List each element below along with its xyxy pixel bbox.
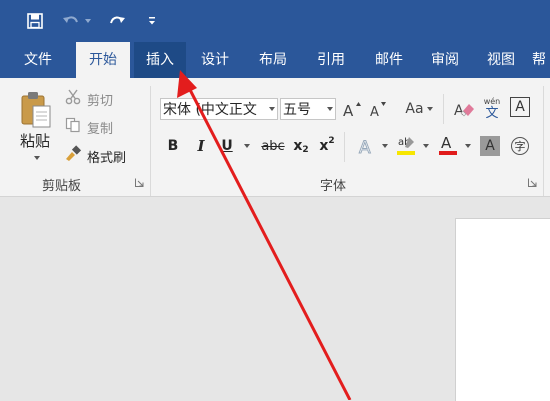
underline-label: U — [221, 138, 233, 154]
italic-button[interactable]: I — [190, 134, 212, 158]
font-size-value: 五号 — [283, 102, 311, 118]
save-icon[interactable] — [24, 10, 46, 32]
superscript-base: x — [319, 138, 329, 154]
svg-text:A: A — [359, 138, 371, 156]
undo-dropdown-icon[interactable] — [83, 10, 93, 32]
font-color-bar — [439, 151, 457, 155]
copy-button[interactable]: 复制 — [87, 118, 113, 137]
cut-button[interactable]: 剪切 — [87, 90, 113, 109]
document-page[interactable] — [455, 218, 550, 401]
paste-icon[interactable] — [16, 88, 56, 132]
font-name-value: 宋体 (中文正文 — [163, 102, 257, 118]
font-size-combo[interactable]: 五号 — [280, 98, 336, 120]
tab-layout[interactable]: 布局 — [248, 42, 298, 78]
group-separator — [543, 86, 544, 196]
highlight-icon[interactable]: ab — [394, 132, 418, 158]
enclose-characters-button[interactable]: 字 — [508, 134, 532, 158]
change-case-button[interactable]: Aa — [402, 98, 436, 120]
chevron-down-icon — [426, 107, 433, 111]
enclose-char: 字 — [514, 140, 526, 153]
paste-dropdown-icon[interactable] — [34, 156, 40, 160]
svg-text:A: A — [441, 134, 452, 152]
grow-font-icon[interactable]: A — [341, 98, 363, 120]
character-shading-char: A — [485, 138, 495, 154]
text-effects-dropdown-icon[interactable] — [382, 144, 388, 148]
highlight-color-bar — [397, 151, 415, 155]
svg-text:A: A — [370, 105, 379, 118]
format-painter-button[interactable]: 格式刷 — [87, 147, 126, 166]
tab-help[interactable]: 帮 — [532, 42, 550, 78]
strikethrough-label: abc — [261, 138, 285, 154]
cut-icon — [64, 88, 82, 106]
italic-label: I — [197, 137, 205, 155]
subscript-mark: 2 — [302, 145, 309, 155]
tab-review[interactable]: 审阅 — [420, 42, 470, 78]
subscript-button[interactable]: x2 — [290, 134, 312, 158]
character-border-char: A — [515, 99, 525, 115]
chevron-down-icon — [327, 107, 333, 111]
tab-home[interactable]: 开始 — [76, 42, 130, 79]
font-group-label: 字体 — [320, 179, 347, 194]
clipboard-group-label: 剪贴板 — [42, 179, 82, 194]
tab-view[interactable]: 视图 — [476, 42, 526, 78]
customize-qat-icon[interactable] — [146, 10, 158, 32]
bold-label: B — [167, 138, 179, 154]
tab-references[interactable]: 引用 — [306, 42, 356, 78]
character-border-button[interactable]: A — [510, 97, 530, 117]
font-name-combo[interactable]: 宋体 (中文正文 — [160, 98, 278, 120]
ribbon-panel: 粘贴 剪切 复制 格式刷 剪贴板 宋体 (中文正文 五号 A A Aa A wé… — [0, 78, 550, 197]
strikethrough-button[interactable]: abc — [258, 134, 288, 158]
tab-design[interactable]: 设计 — [190, 42, 240, 78]
text-effects-icon[interactable]: A — [354, 134, 378, 158]
redo-icon[interactable] — [106, 10, 128, 32]
bold-button[interactable]: B — [162, 134, 184, 158]
undo-icon[interactable] — [60, 10, 82, 32]
chevron-down-icon — [269, 107, 275, 111]
font-color-dropdown-icon[interactable] — [465, 144, 471, 148]
highlight-dropdown-icon[interactable] — [423, 144, 429, 148]
separator — [344, 132, 345, 162]
phonetic-char: 文 — [485, 106, 499, 121]
svg-text:A: A — [454, 103, 464, 119]
paste-button[interactable]: 粘贴 — [20, 130, 50, 151]
underline-button[interactable]: U — [216, 134, 238, 158]
shrink-font-icon[interactable]: A — [367, 98, 389, 120]
ribbon-tabs: 文件 开始 插入 设计 布局 引用 邮件 审阅 视图 帮 — [0, 42, 550, 79]
change-case-label: Aa — [405, 101, 424, 117]
tab-insert[interactable]: 插入 — [134, 42, 186, 78]
font-color-icon[interactable]: A — [436, 132, 460, 158]
separator — [443, 94, 444, 124]
phonetic-guide-button[interactable]: wén 文 — [480, 96, 504, 122]
format-painter-icon — [64, 144, 82, 162]
group-separator — [150, 86, 151, 196]
quick-access-toolbar — [0, 0, 550, 42]
font-launcher-icon[interactable] — [528, 178, 537, 187]
copy-icon — [64, 116, 82, 134]
underline-dropdown-icon[interactable] — [244, 144, 250, 148]
clipboard-launcher-icon[interactable] — [135, 178, 144, 187]
tab-file[interactable]: 文件 — [12, 42, 64, 78]
superscript-mark: 2 — [328, 136, 335, 146]
character-shading-button[interactable]: A — [480, 136, 500, 156]
clear-formatting-icon[interactable]: A — [452, 98, 476, 120]
svg-text:A: A — [343, 102, 354, 118]
phonetic-top-text: wén — [483, 97, 501, 106]
superscript-button[interactable]: x2 — [316, 134, 338, 158]
subscript-base: x — [293, 138, 303, 154]
tab-mailings[interactable]: 邮件 — [364, 42, 414, 78]
